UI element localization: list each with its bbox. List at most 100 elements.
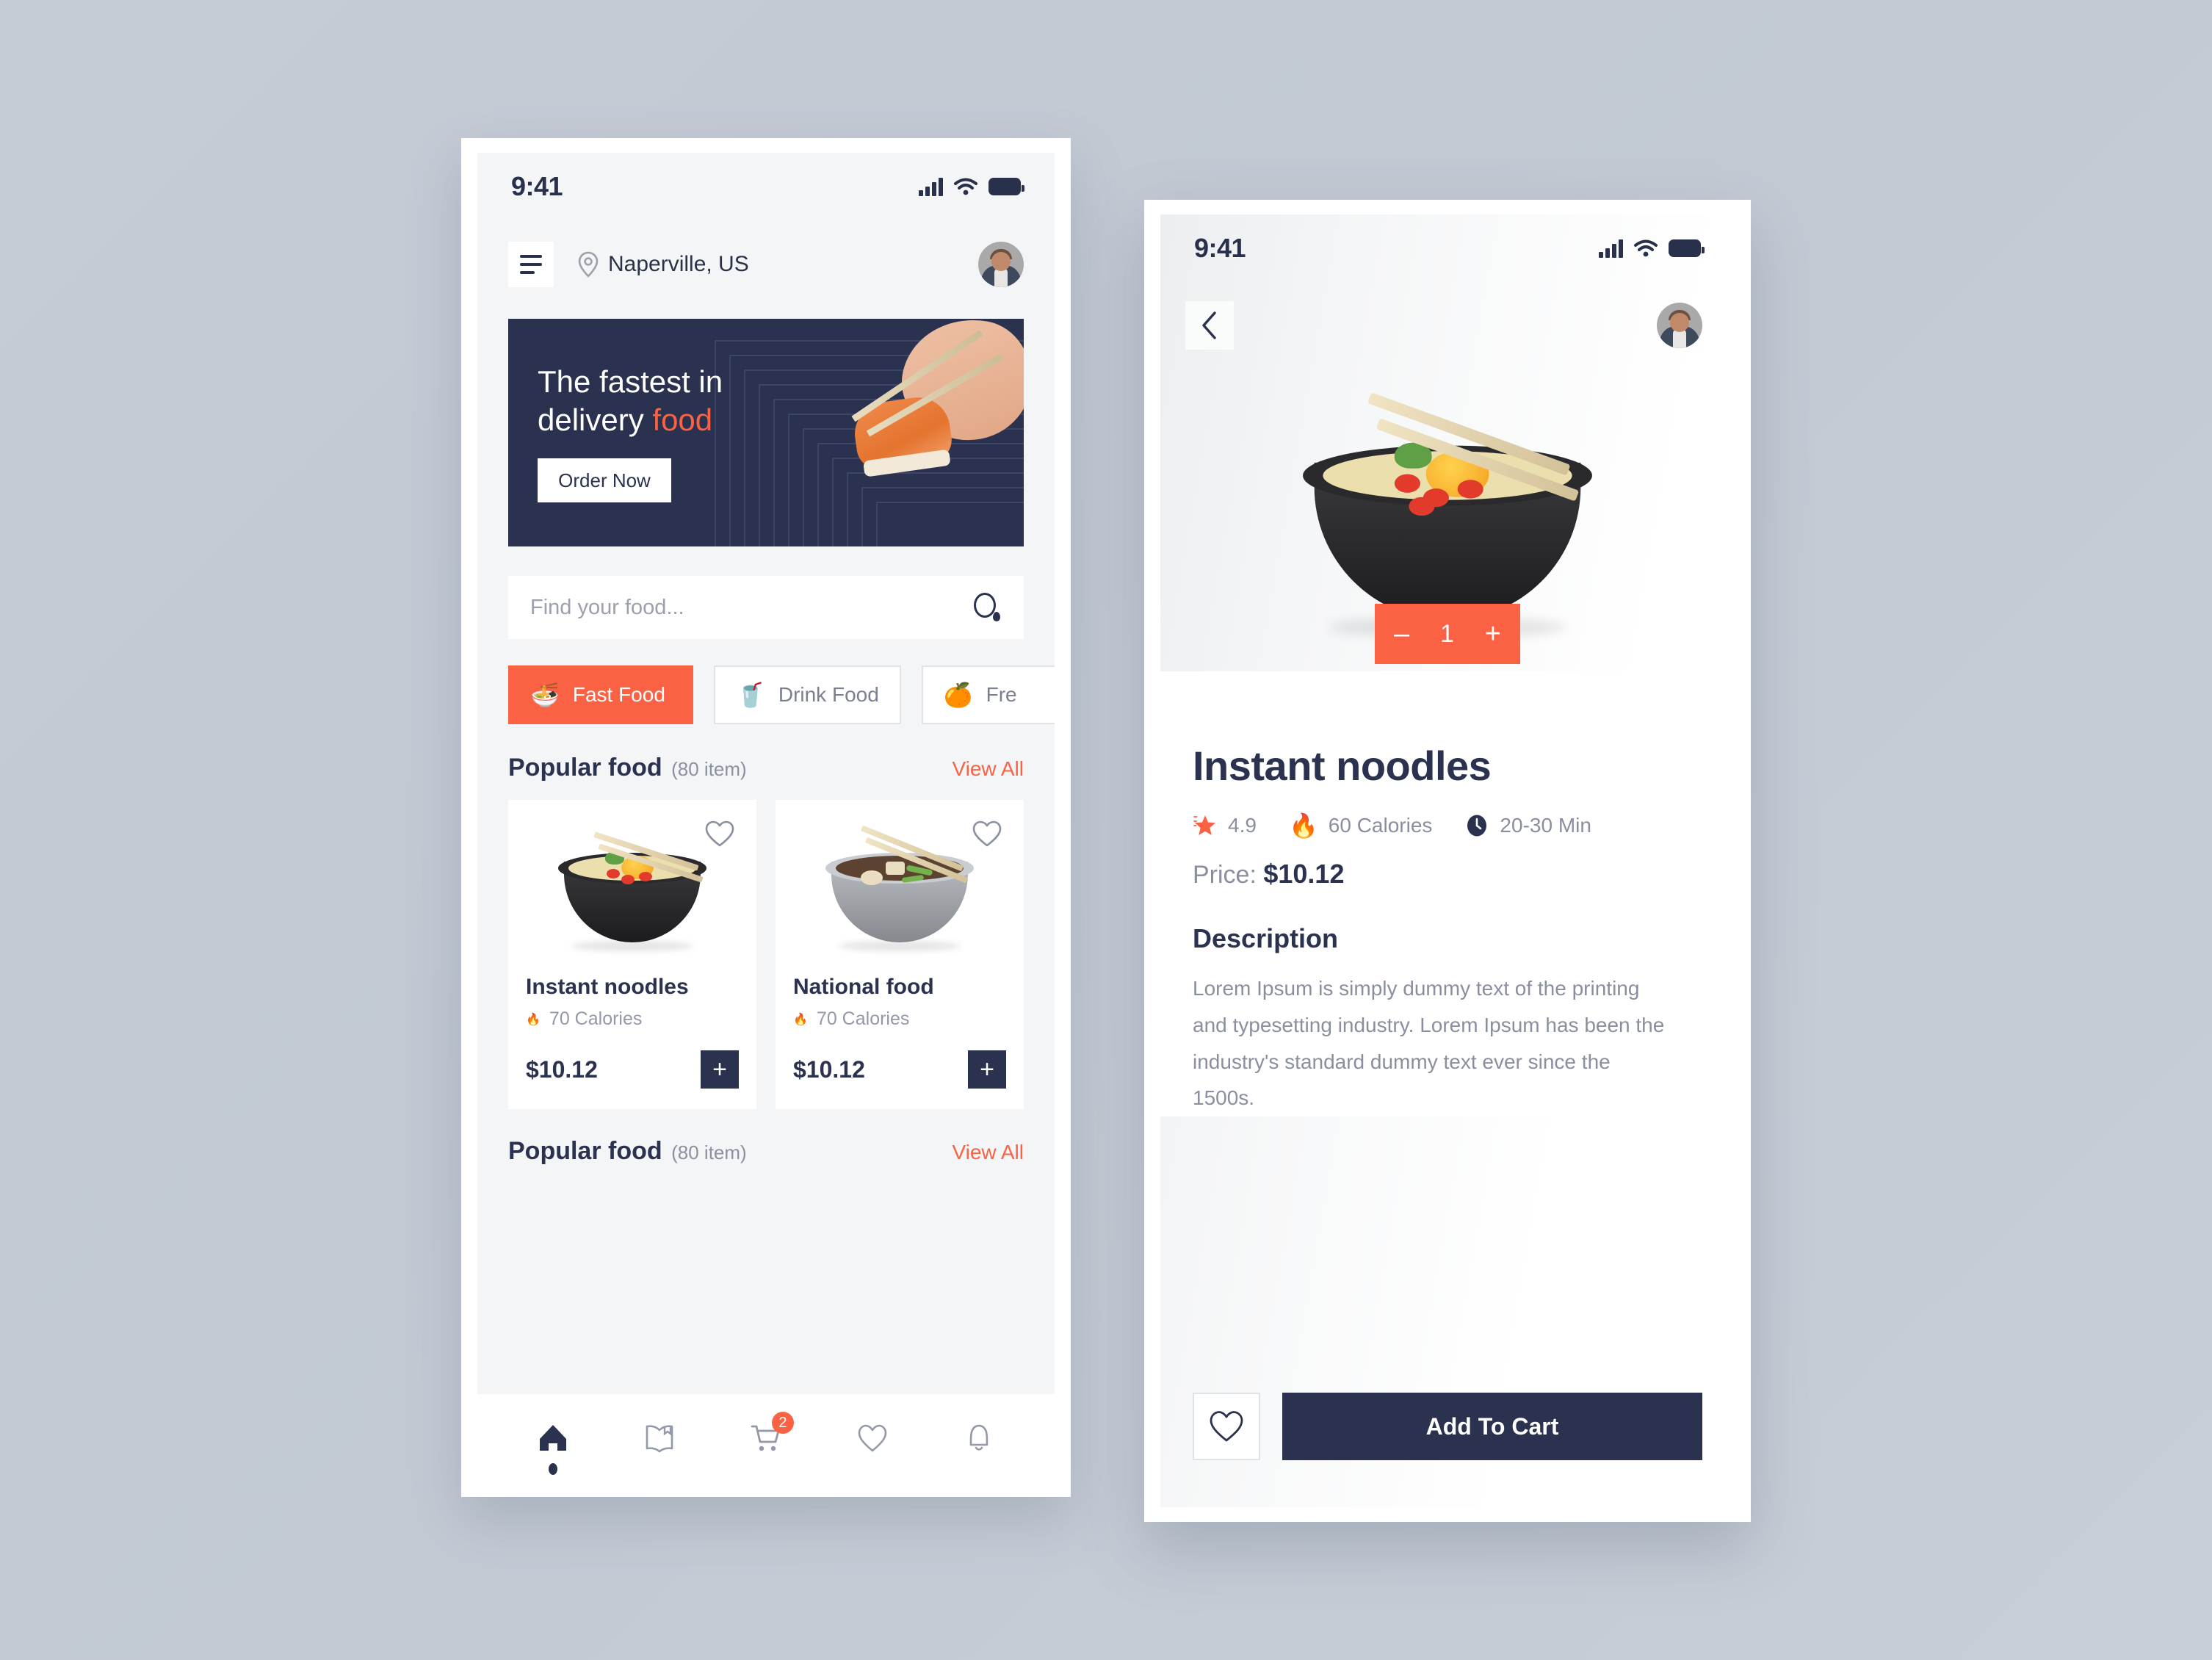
nav-menu-book[interactable] (636, 1415, 683, 1462)
food-card-footer: $10.12 + (526, 1050, 739, 1089)
calories-meta: 🔥 60 Calories (1289, 812, 1432, 840)
detail-header (1160, 282, 1735, 363)
category-chip-fresh-food[interactable]: 🍊 Fre (921, 665, 1055, 724)
banner-title-highlight: food (652, 403, 713, 437)
search-bar[interactable] (508, 576, 1024, 639)
category-chips: 🍜 Fast Food 🥤 Drink Food 🍊 Fre (508, 665, 1055, 724)
banner-title-line1: The fastest in (538, 364, 723, 399)
avatar[interactable] (1657, 303, 1702, 348)
wifi-icon (954, 178, 977, 195)
status-time: 9:41 (1194, 233, 1246, 263)
heart-outline-icon (705, 820, 734, 847)
quantity-decrease-button[interactable]: – (1394, 620, 1409, 648)
star-icon (1193, 815, 1215, 835)
nav-home[interactable] (529, 1415, 577, 1475)
status-icons (919, 177, 1024, 196)
cellular-signal-icon (919, 177, 943, 196)
popular-food-section-header: Popular food (80 item) View All (508, 754, 1024, 782)
status-bar: 9:41 (477, 153, 1055, 220)
heart-icon (858, 1424, 887, 1452)
food-card-name: Instant noodles (526, 975, 689, 999)
section-title-group: Popular food (80 item) (508, 754, 747, 782)
hamburger-menu-icon[interactable] (508, 242, 554, 287)
bottom-navigation: 2 (477, 1394, 1055, 1482)
active-indicator-dot (548, 1463, 557, 1475)
price-row: Price: $10.12 (1193, 859, 1702, 889)
phone-detail-frame: 9:41 – 1 + Instant noodles 4.9 🔥 60 Calo… (1144, 200, 1751, 1522)
favorite-button[interactable] (971, 818, 1003, 850)
search-icon[interactable] (972, 593, 1002, 622)
calories-text: 70 Calories (816, 1008, 910, 1029)
location-pin-icon (578, 251, 599, 278)
add-to-cart-button[interactable]: + (968, 1050, 1006, 1089)
product-title: Instant noodles (1193, 743, 1492, 789)
food-card-price: $10.12 (526, 1055, 598, 1083)
delivery-time-meta: 20-30 Min (1464, 813, 1591, 838)
section-item-count: (80 item) (671, 758, 747, 780)
heart-outline-icon (1210, 1411, 1243, 1442)
quantity-increase-button[interactable]: + (1485, 620, 1501, 648)
add-to-cart-button[interactable]: Add To Cart (1282, 1393, 1702, 1460)
favorite-button[interactable] (1193, 1393, 1260, 1460)
instant-noodles-bowl-illustration (548, 823, 717, 956)
order-now-button[interactable]: Order Now (538, 458, 671, 503)
promo-banner[interactable]: The fastest in delivery food Order Now (508, 319, 1024, 546)
calories-text: 70 Calories (549, 1008, 643, 1029)
view-all-link[interactable]: View All (952, 757, 1024, 781)
quantity-value: 1 (1440, 619, 1454, 648)
banner-title: The fastest in delivery food (538, 363, 1024, 439)
page-title-2: Popular food (508, 1137, 662, 1165)
food-card-price: $10.12 (793, 1055, 865, 1083)
nav-favorites[interactable] (849, 1415, 896, 1462)
category-chip-drink-food[interactable]: 🥤 Drink Food (714, 665, 901, 724)
food-card[interactable]: Instant noodles 🔥 70 Calories $10.12 + (508, 800, 756, 1109)
page-title: Popular food (508, 754, 662, 782)
section-item-count-2: (80 item) (671, 1141, 747, 1163)
rating-meta: 4.9 (1193, 813, 1257, 838)
calories-value: 60 Calories (1328, 814, 1433, 837)
location-label: Naperville, US (608, 252, 749, 276)
food-detail-screen: 9:41 – 1 + Instant noodles 4.9 🔥 60 Calo… (1160, 214, 1735, 1507)
quantity-stepper[interactable]: – 1 + (1375, 604, 1520, 664)
price-value: $10.12 (1263, 859, 1345, 889)
food-card-list: Instant noodles 🔥 70 Calories $10.12 + N… (508, 800, 1024, 1109)
food-card[interactable]: National food 🔥 70 Calories $10.12 + (776, 800, 1024, 1109)
food-card-image (793, 816, 1006, 963)
popular-food-section-header-2: Popular food (80 item) View All (508, 1137, 1024, 1166)
status-time: 9:41 (511, 171, 563, 201)
avatar[interactable] (978, 242, 1024, 287)
food-card-image (526, 816, 739, 963)
back-button[interactable] (1185, 301, 1234, 350)
cart-badge-count: 2 (771, 1412, 794, 1434)
category-label: Drink Food (778, 683, 879, 706)
phone-home-frame: 9:41 Naperville, US The fastest in deliv… (461, 138, 1071, 1497)
category-chip-fast-food[interactable]: 🍜 Fast Food (508, 665, 693, 724)
nav-notifications[interactable] (955, 1415, 1002, 1462)
flame-icon: 🔥 (526, 1013, 541, 1026)
food-card-footer: $10.12 + (793, 1050, 1006, 1089)
battery-icon (1669, 239, 1705, 257)
fast-food-icon: 🍜 (530, 682, 560, 708)
drink-food-icon: 🥤 (736, 682, 765, 708)
price-label: Price: (1193, 861, 1264, 889)
book-icon (646, 1425, 673, 1453)
location-selector[interactable]: Naperville, US (577, 251, 749, 278)
nav-cart[interactable]: 2 (742, 1412, 794, 1462)
bell-icon (970, 1424, 988, 1451)
delivery-time-value: 20-30 Min (1500, 814, 1591, 837)
fresh-food-icon: 🍊 (943, 682, 973, 708)
battery-icon (988, 178, 1024, 195)
home-screen: 9:41 Naperville, US The fastest in deliv… (477, 153, 1055, 1482)
food-card-calories: 🔥 70 Calories (526, 1008, 739, 1030)
view-all-link-2[interactable]: View All (952, 1141, 1024, 1164)
cellular-signal-icon (1599, 239, 1623, 258)
favorite-button[interactable] (704, 818, 736, 850)
home-header: Naperville, US (477, 220, 1055, 303)
add-to-cart-button[interactable]: + (701, 1050, 739, 1089)
flame-icon: 🔥 (793, 1013, 808, 1026)
detail-footer-actions: Add To Cart (1160, 1393, 1735, 1460)
wifi-icon (1634, 239, 1658, 257)
chevron-left-icon (1202, 311, 1216, 339)
search-input[interactable] (530, 595, 972, 620)
home-icon (539, 1425, 566, 1451)
